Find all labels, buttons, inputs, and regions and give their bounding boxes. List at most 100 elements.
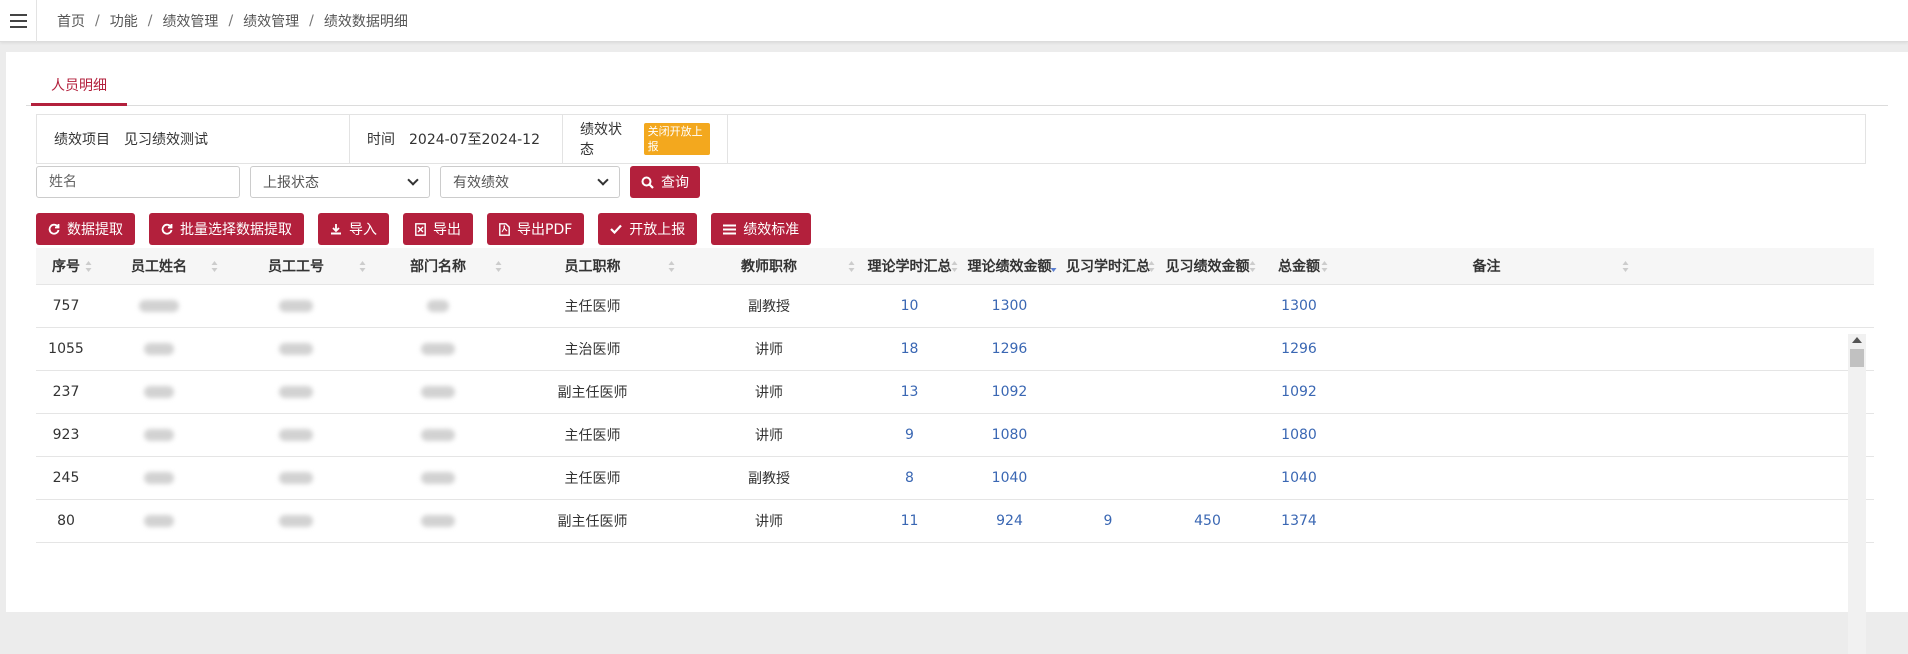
redacted-cell (96, 456, 222, 500)
col-title-label: 员工职称 (564, 258, 621, 275)
table-row[interactable]: 1055 主治医师 讲师 18 1296 1296 (36, 327, 1874, 371)
report-status-select[interactable]: 上报状态 (250, 166, 430, 198)
main-panel: 人员明细 绩效项目 见习绩效测试 时间 2024-07至2024-12 绩效状态… (6, 52, 1908, 654)
cell-th-hours: 10 (859, 284, 960, 328)
cell-th-amount: 1092 (960, 370, 1059, 414)
query-button[interactable]: 查询 (630, 166, 700, 198)
cell-th-amount-value: 1300 (991, 297, 1028, 314)
breadcrumb-item-performance[interactable]: 绩效管理 (162, 11, 218, 31)
action-bar: 数据提取 批量选择数据提取 导入 导出 导出PDF 开放上报 绩效标准 (36, 213, 825, 245)
cell-title-value: 副主任医师 (557, 513, 628, 530)
open-report-button[interactable]: 开放上报 (598, 213, 698, 245)
batch-extract-button[interactable]: 批量选择数据提取 (149, 213, 304, 245)
redacted-cell (96, 284, 222, 328)
import-button[interactable]: 导入 (318, 213, 389, 245)
cell-th-hours-value: 9 (905, 426, 914, 443)
col-theory-hours[interactable]: 理论学时汇总 (859, 248, 960, 285)
table-row[interactable]: 245 主任医师 副教授 8 1040 1040 (36, 456, 1874, 500)
cell-th-hours-value: 18 (900, 340, 919, 357)
valid-select[interactable]: 有效绩效 (440, 166, 620, 198)
scroll-thumb[interactable] (1850, 349, 1864, 367)
export-label: 导出 (433, 222, 461, 238)
col-theory-amount[interactable]: 理论绩效金额 (960, 248, 1059, 285)
cell-total-value: 1374 (1281, 512, 1317, 529)
breadcrumb-separator: / (309, 12, 314, 29)
col-seq[interactable]: 序号 (36, 248, 96, 285)
col-practice-hours[interactable]: 见习学时汇总 (1059, 248, 1157, 285)
col-remark[interactable]: 备注 (1340, 248, 1633, 285)
redacted-text (144, 471, 174, 484)
cell-pr-hours (1059, 327, 1157, 371)
breadcrumb-item-performance-mgmt[interactable]: 绩效管理 (243, 11, 299, 31)
project-label: 绩效项目 (54, 132, 110, 148)
table-row[interactable]: 757 主任医师 副教授 10 1300 1300 (36, 284, 1874, 328)
col-practice-amount[interactable]: 见习绩效金额 (1157, 248, 1258, 285)
tab-staff-detail[interactable]: 人员明细 (31, 66, 127, 106)
col-theory-hours-label: 理论学时汇总 (867, 258, 952, 275)
breadcrumb: 首页 / 功能 / 绩效管理 / 绩效管理 / 绩效数据明细 (57, 11, 408, 31)
standard-button[interactable]: 绩效标准 (711, 213, 812, 245)
breadcrumb-separator: / (228, 12, 234, 29)
name-input[interactable] (36, 166, 240, 198)
list-icon (723, 224, 737, 235)
cell-teacher: 讲师 (679, 499, 859, 543)
export-pdf-label: 导出PDF (517, 222, 573, 238)
breadcrumb-item-function[interactable]: 功能 (110, 11, 138, 31)
cell-remark (1340, 327, 1633, 371)
search-icon (641, 176, 654, 189)
redacted-cell (222, 284, 370, 328)
divider (36, 0, 37, 42)
redacted-text (427, 299, 449, 312)
cell-remark (1340, 499, 1633, 543)
cell-title: 主治医师 (506, 327, 679, 371)
table-row[interactable]: 237 副主任医师 讲师 13 1092 1092 (36, 370, 1874, 414)
cell-filler (1633, 413, 1874, 457)
cell-teacher: 副教授 (679, 456, 859, 500)
info-project: 绩效项目 见习绩效测试 (37, 115, 350, 163)
export-button[interactable]: 导出 (403, 213, 473, 245)
menu-icon[interactable] (0, 0, 36, 42)
redacted-text (421, 514, 455, 527)
table-row[interactable]: 923 主任医师 讲师 9 1080 1080 (36, 413, 1874, 457)
cell-th-hours-value: 8 (905, 469, 914, 486)
col-seq-label: 序号 (52, 258, 80, 275)
cell-th-amount-value: 1040 (991, 469, 1028, 486)
time-label: 时间 (367, 132, 395, 148)
cell-title-value: 主任医师 (564, 427, 621, 444)
cell-total: 1300 (1258, 284, 1340, 328)
redacted-text (144, 342, 174, 355)
breadcrumb-separator: / (95, 12, 100, 29)
extract-button[interactable]: 数据提取 (36, 213, 135, 245)
cell-title: 主任医师 (506, 284, 679, 328)
import-label: 导入 (349, 222, 377, 238)
time-value: 2024-07至2024-12 (409, 132, 540, 148)
scroll-up-icon[interactable] (1852, 337, 1862, 343)
export-pdf-button[interactable]: 导出PDF (487, 213, 585, 245)
cell-filler (1633, 370, 1874, 414)
table-row[interactable]: 80 副主任医师 讲师 11 924 9 450 1374 (36, 499, 1874, 543)
cell-title: 主任医师 (506, 456, 679, 500)
cell-th-amount-value: 1080 (991, 426, 1028, 443)
breadcrumb-item-home[interactable]: 首页 (57, 11, 85, 31)
cell-th-hours: 8 (859, 456, 960, 500)
cell-total-value: 1300 (1281, 297, 1317, 314)
table-scrollbar[interactable] (1848, 334, 1866, 654)
col-teacher-title[interactable]: 教师职称 (679, 248, 859, 285)
cell-remark (1340, 456, 1633, 500)
col-name[interactable]: 员工姓名 (96, 248, 222, 285)
cell-pr-amount (1157, 284, 1258, 328)
cell-title: 副主任医师 (506, 499, 679, 543)
cell-teacher-value: 副教授 (748, 470, 790, 487)
col-emp-id[interactable]: 员工工号 (222, 248, 370, 285)
cell-total-value: 1080 (1281, 426, 1317, 443)
col-dept[interactable]: 部门名称 (370, 248, 506, 285)
redacted-text (144, 428, 174, 441)
project-value: 见习绩效测试 (124, 132, 208, 148)
col-total[interactable]: 总金额 (1258, 248, 1340, 285)
col-title[interactable]: 员工职称 (506, 248, 679, 285)
redacted-cell (96, 327, 222, 371)
cell-pr-hours-value: 9 (1103, 512, 1113, 529)
cell-teacher: 讲师 (679, 413, 859, 457)
redacted-cell (222, 456, 370, 500)
redacted-cell (370, 456, 506, 500)
